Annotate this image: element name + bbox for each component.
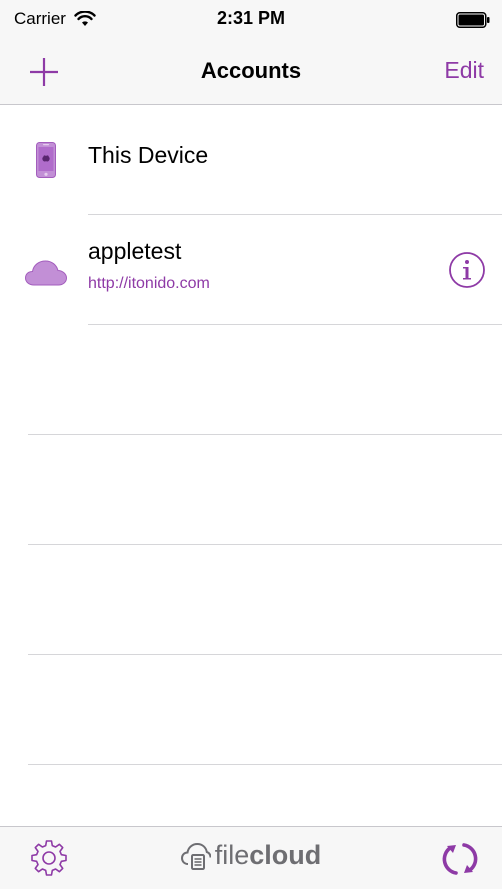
- add-account-button[interactable]: [26, 54, 62, 90]
- empty-row: [0, 435, 502, 545]
- status-bar: Carrier 2:31 PM: [0, 0, 502, 40]
- status-time: 2:31 PM: [216, 8, 286, 28]
- bottom-toolbar: file cloud: [0, 826, 502, 889]
- accounts-list: This Device appletest http://itonido.com: [0, 105, 502, 765]
- logo-text-cloud: cloud: [249, 840, 322, 870]
- accounts-screen: Carrier 2:31 PM Accounts Edit This Devic…: [0, 0, 502, 889]
- sync-icon: [442, 843, 478, 875]
- settings-button[interactable]: [30, 839, 68, 877]
- account-row-this-device[interactable]: This Device: [0, 105, 502, 215]
- account-title: appletest: [88, 238, 182, 264]
- empty-row: [0, 325, 502, 435]
- info-button[interactable]: [448, 251, 486, 289]
- sync-button[interactable]: [440, 839, 480, 879]
- gear-icon: [31, 840, 67, 876]
- edit-button[interactable]: Edit: [444, 57, 484, 84]
- empty-row: [0, 655, 502, 765]
- filecloud-logo: file cloud: [0, 840, 502, 871]
- plus-icon: [30, 58, 58, 86]
- navigation-bar: Accounts Edit: [0, 40, 502, 105]
- device-phone-icon: [22, 138, 70, 182]
- account-url: http://itonido.com: [88, 275, 210, 292]
- logo-text-file: file: [214, 840, 250, 870]
- info-icon: [449, 252, 485, 288]
- cloud-icon: [22, 251, 70, 295]
- account-row-appletest[interactable]: appletest http://itonido.com: [0, 215, 502, 325]
- row-separator: [28, 764, 502, 765]
- page-title: Accounts: [200, 58, 302, 83]
- battery-icon: [456, 12, 490, 33]
- empty-row: [0, 545, 502, 655]
- filecloud-logo-icon: [180, 842, 211, 870]
- account-title: This Device: [88, 142, 209, 168]
